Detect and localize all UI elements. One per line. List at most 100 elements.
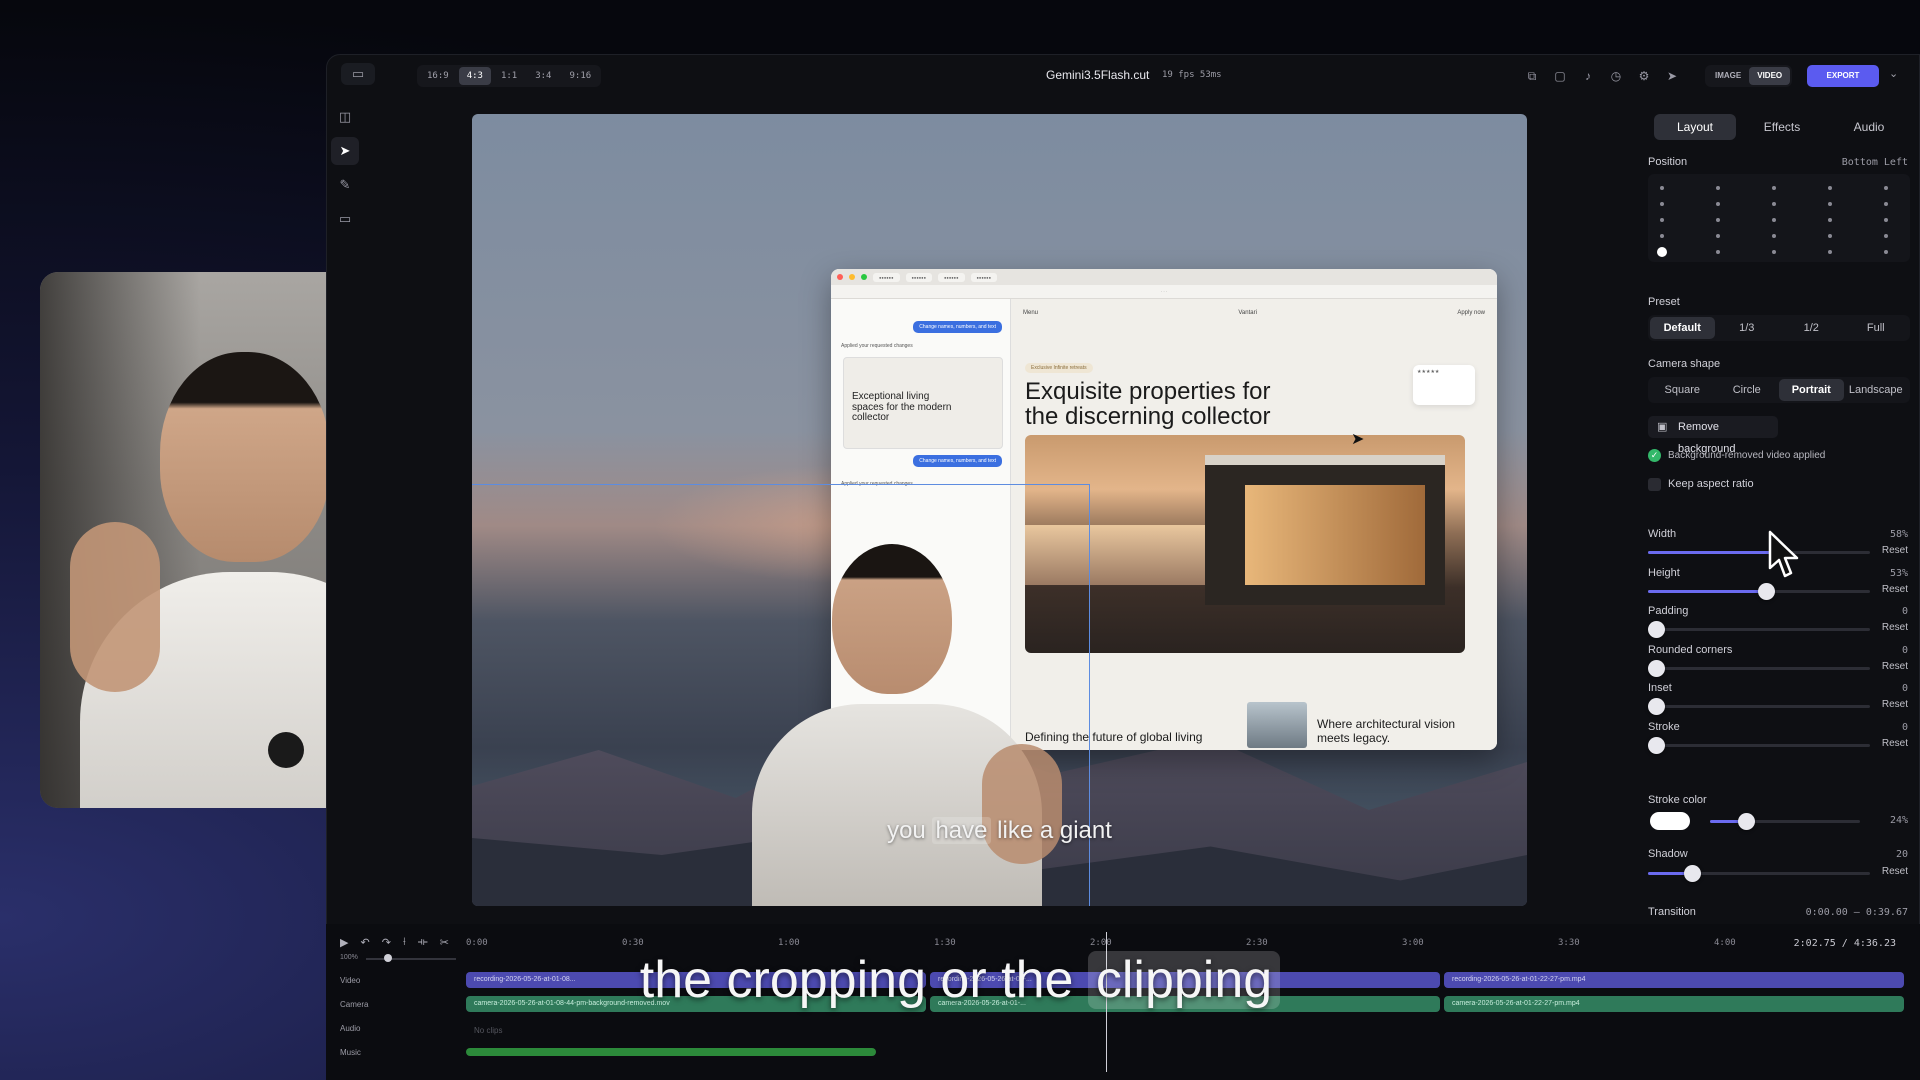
sidebar-toggle-icon[interactable]: ▭ xyxy=(341,63,375,85)
slider-knob[interactable] xyxy=(1757,582,1775,600)
padding-reset-button[interactable]: Reset xyxy=(1882,622,1908,633)
caption-highlight: clipping xyxy=(1087,951,1281,1009)
position-dot[interactable] xyxy=(1884,186,1888,190)
rounded-corners-slider[interactable] xyxy=(1648,659,1870,677)
undo-icon[interactable]: ↶ xyxy=(360,936,369,949)
presenter-head xyxy=(832,544,952,694)
ratio-16-9[interactable]: 16:9 xyxy=(419,67,457,85)
preset-default[interactable]: Default xyxy=(1650,317,1715,339)
position-dot[interactable] xyxy=(1660,202,1664,206)
play-icon[interactable]: ▶ xyxy=(340,936,348,949)
width-slider[interactable] xyxy=(1648,544,1870,561)
position-dot[interactable] xyxy=(1884,234,1888,238)
camera-layer-presenter[interactable] xyxy=(712,524,1072,906)
height-reset-button[interactable]: Reset xyxy=(1882,584,1908,595)
position-grid[interactable] xyxy=(1648,174,1910,262)
split-icon[interactable]: ⟊ xyxy=(403,936,406,949)
slider-knob[interactable] xyxy=(1648,621,1665,638)
ratio-3-4[interactable]: 3:4 xyxy=(527,67,559,85)
shape-landscape[interactable]: Landscape xyxy=(1844,379,1909,401)
keep-aspect-ratio-checkbox[interactable]: Keep aspect ratio xyxy=(1648,478,1754,491)
height-slider[interactable] xyxy=(1648,582,1870,600)
redo-icon[interactable]: ↷ xyxy=(382,936,391,949)
position-dot[interactable] xyxy=(1884,218,1888,222)
stroke-reset-button[interactable]: Reset xyxy=(1882,738,1908,749)
presenter-head xyxy=(160,352,330,562)
position-dot[interactable] xyxy=(1828,202,1832,206)
shape-portrait[interactable]: Portrait xyxy=(1779,379,1844,401)
position-dot[interactable] xyxy=(1660,186,1664,190)
music-icon[interactable]: ♪ xyxy=(1579,67,1597,85)
position-dot[interactable] xyxy=(1716,186,1720,190)
ruler-tick-label: 0:30 xyxy=(622,938,644,948)
position-dot[interactable] xyxy=(1828,250,1832,254)
position-dot[interactable] xyxy=(1772,234,1776,238)
annotate-tool-icon[interactable]: ✎ xyxy=(331,171,359,199)
slider-knob[interactable] xyxy=(1738,813,1755,830)
slider-knob[interactable] xyxy=(1648,698,1665,715)
preset-full[interactable]: Full xyxy=(1844,317,1909,339)
slider-knob[interactable] xyxy=(1648,736,1665,754)
history-icon[interactable]: ◷ xyxy=(1607,67,1625,85)
shape-circle[interactable]: Circle xyxy=(1715,379,1780,401)
position-dot[interactable] xyxy=(1716,250,1720,254)
padding-slider[interactable] xyxy=(1648,621,1870,638)
stroke-opacity-slider[interactable] xyxy=(1710,813,1860,830)
position-dot[interactable] xyxy=(1884,250,1888,254)
mode-image[interactable]: IMAGE xyxy=(1707,67,1749,85)
export-button[interactable]: EXPORT xyxy=(1807,65,1879,87)
checkbox-box[interactable] xyxy=(1648,478,1661,491)
shadow-slider[interactable] xyxy=(1648,865,1870,882)
ratio-1-1[interactable]: 1:1 xyxy=(493,67,525,85)
mode-video[interactable]: VIDEO xyxy=(1749,67,1791,85)
slider-knob[interactable] xyxy=(1648,659,1665,677)
shape-square[interactable]: Square xyxy=(1650,379,1715,401)
chevron-down-icon[interactable]: ⌄ xyxy=(1889,67,1898,80)
select-tool-icon[interactable]: ➤ xyxy=(331,137,359,165)
tab-effects[interactable]: Effects xyxy=(1741,114,1823,140)
position-dot-selected[interactable] xyxy=(1657,247,1667,257)
ratio-9-16[interactable]: 9:16 xyxy=(561,67,599,85)
position-dot[interactable] xyxy=(1772,250,1776,254)
position-dot[interactable] xyxy=(1828,218,1832,222)
position-dot[interactable] xyxy=(1660,218,1664,222)
settings-icon[interactable]: ⚙ xyxy=(1635,67,1653,85)
frame-tool-icon[interactable]: ▭ xyxy=(331,205,359,233)
trim-icon[interactable]: ⟛ xyxy=(418,936,428,949)
position-dot[interactable] xyxy=(1772,218,1776,222)
music-clip[interactable] xyxy=(466,1048,876,1056)
panel-toggle-icon[interactable]: ◫ xyxy=(331,103,359,131)
tab-audio[interactable]: Audio xyxy=(1828,114,1910,140)
comment-icon[interactable]: ▢ xyxy=(1551,67,1569,85)
position-dot[interactable] xyxy=(1772,202,1776,206)
position-dot[interactable] xyxy=(1716,218,1720,222)
shadow-reset-button[interactable]: Reset xyxy=(1882,866,1908,877)
tab-layout[interactable]: Layout xyxy=(1654,114,1736,140)
position-dot[interactable] xyxy=(1716,234,1720,238)
inset-reset-button[interactable]: Reset xyxy=(1882,699,1908,710)
stroke-color-swatch[interactable] xyxy=(1650,812,1690,830)
preset-half[interactable]: 1/2 xyxy=(1779,317,1844,339)
position-dot[interactable] xyxy=(1828,186,1832,190)
width-reset-button[interactable]: Reset xyxy=(1882,545,1908,556)
ratio-4-3[interactable]: 4:3 xyxy=(458,67,491,85)
rating-card: ★★★★★ xyxy=(1413,365,1475,405)
remove-background-button[interactable]: ▣ Remove background xyxy=(1648,416,1778,455)
position-dot[interactable] xyxy=(1828,234,1832,238)
position-dot[interactable] xyxy=(1772,186,1776,190)
position-value: Bottom Left xyxy=(1841,157,1908,168)
preset-selector: Default 1/3 1/2 Full xyxy=(1648,315,1910,341)
position-dot[interactable] xyxy=(1660,234,1664,238)
inset-slider[interactable] xyxy=(1648,698,1870,715)
preset-third[interactable]: 1/3 xyxy=(1715,317,1780,339)
camera-bounds-top[interactable] xyxy=(472,484,1089,485)
preview-canvas[interactable]: ●●●●●● ●●●●●● ●●●●●● ●●●●●● · · · Change… xyxy=(472,114,1527,906)
captions-icon[interactable]: ⧉ xyxy=(1523,67,1541,85)
position-dot[interactable] xyxy=(1884,202,1888,206)
share-icon[interactable]: ➤ xyxy=(1663,67,1681,85)
cut-icon[interactable]: ✂ xyxy=(440,936,449,949)
camera-shape-selector: Square Circle Portrait Landscape xyxy=(1648,377,1910,403)
rounded-corners-reset-button[interactable]: Reset xyxy=(1882,661,1908,672)
stroke-slider[interactable] xyxy=(1648,736,1870,754)
position-dot[interactable] xyxy=(1716,202,1720,206)
